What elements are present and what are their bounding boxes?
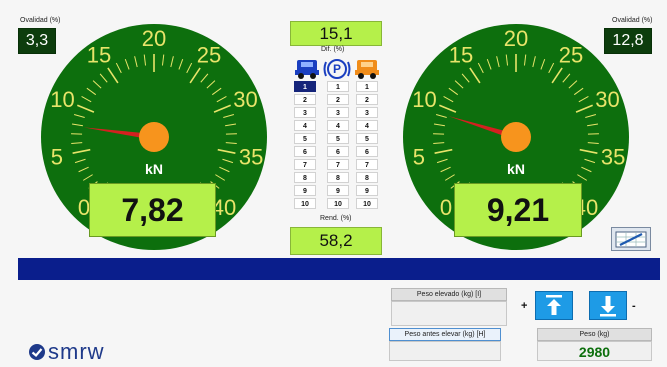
row-cell-left-6[interactable]: 6 (294, 146, 316, 157)
gauge-tick-label: 20 (504, 26, 528, 51)
dif-label: Dif. (%) (321, 46, 345, 53)
dif-value: 15,1 (290, 21, 382, 46)
gauge-tick-label: 15 (449, 43, 473, 68)
row-cell-left-5[interactable]: 5 (294, 133, 316, 144)
gauge-tick-label: 0 (440, 195, 452, 220)
left-force-display: 7,82 (89, 183, 216, 237)
truck-orange-icon (355, 60, 379, 79)
row-cell-middle-8[interactable]: 8 (327, 172, 349, 183)
peso-value: 2980 (537, 341, 652, 361)
gauge-tick-label: 25 (197, 43, 221, 68)
peso-header: Peso (kg) (537, 328, 652, 341)
minus-label: - (632, 300, 636, 312)
logo-text: smrw (48, 339, 105, 364)
row-cell-left-7[interactable]: 7 (294, 159, 316, 170)
row-cell-right-7[interactable]: 7 (356, 159, 378, 170)
gauge-tick-label: 10 (412, 87, 436, 112)
peso-antes-field[interactable] (389, 341, 501, 361)
row-cell-middle-2[interactable]: 2 (327, 94, 349, 105)
row-cell-middle-3[interactable]: 3 (327, 107, 349, 118)
gauge-tick-label: 5 (413, 144, 425, 169)
chart-pencil-icon (615, 231, 647, 248)
row-cell-middle-10[interactable]: 10 (327, 198, 349, 209)
row-cell-left-2[interactable]: 2 (294, 94, 316, 105)
gauge-hub (139, 122, 169, 152)
gauge-tick-label: 10 (50, 87, 74, 112)
row-cell-right-8[interactable]: 8 (356, 172, 378, 183)
gauge-tick-label: 35 (239, 144, 263, 169)
smrw-logo: smrw (28, 339, 105, 365)
row-cell-middle-6[interactable]: 6 (327, 146, 349, 157)
row-cell-left-4[interactable]: 4 (294, 120, 316, 131)
gauge-tick-label: 35 (601, 144, 625, 169)
gauge-tick-label: 30 (595, 87, 619, 112)
peso-antes-header[interactable]: Peso antes elevar (kg) [H] (389, 328, 501, 341)
rend-value: 58,2 (290, 227, 382, 255)
row-cell-right-10[interactable]: 10 (356, 198, 378, 209)
check-logo-icon (29, 344, 45, 360)
peso-elevado-header: Peso elevado (kg) [I] (391, 288, 507, 301)
row-cell-right-9[interactable]: 9 (356, 185, 378, 196)
peso-elevado-field[interactable] (391, 301, 507, 326)
truck-blue-icon (295, 60, 319, 79)
row-cell-right-1[interactable]: 1 (356, 81, 378, 92)
row-cell-middle-5[interactable]: 5 (327, 133, 349, 144)
row-cell-middle-7[interactable]: 7 (327, 159, 349, 170)
row-cell-middle-1[interactable]: 1 (327, 81, 349, 92)
gauge-tick-label: 15 (87, 43, 111, 68)
row-cell-middle-9[interactable]: 9 (327, 185, 349, 196)
row-cell-right-2[interactable]: 2 (356, 94, 378, 105)
row-cell-left-9[interactable]: 9 (294, 185, 316, 196)
row-cell-left-3[interactable]: 3 (294, 107, 316, 118)
gauge-unit-label: kN (507, 161, 525, 177)
gauge-tick-label: 5 (51, 144, 63, 169)
row-cell-right-6[interactable]: 6 (356, 146, 378, 157)
row-cell-left-1[interactable]: 1 (294, 81, 316, 92)
svg-text:P: P (333, 62, 341, 76)
row-cell-left-10[interactable]: 10 (294, 198, 316, 209)
lower-button[interactable] (589, 291, 627, 320)
row-cell-right-3[interactable]: 3 (356, 107, 378, 118)
rend-label: Rend. (%) (320, 215, 352, 222)
right-force-display: 9,21 (454, 183, 582, 237)
chart-button[interactable] (611, 227, 651, 251)
row-cell-right-4[interactable]: 4 (356, 120, 378, 131)
plus-label: + (521, 300, 528, 312)
gauge-tick-label: 30 (233, 87, 257, 112)
row-cell-middle-4[interactable]: 4 (327, 120, 349, 131)
raise-button[interactable] (535, 291, 573, 320)
arrow-down-icon (600, 296, 616, 317)
gauge-tick-label: 20 (142, 26, 166, 51)
parking-icon: P (323, 59, 351, 79)
status-bar (18, 258, 660, 280)
gauge-unit-label: kN (145, 161, 163, 177)
gauge-tick-label: 25 (559, 43, 583, 68)
arrow-up-icon (546, 295, 562, 315)
row-cell-right-5[interactable]: 5 (356, 133, 378, 144)
row-cell-left-8[interactable]: 8 (294, 172, 316, 183)
gauge-hub (501, 122, 531, 152)
